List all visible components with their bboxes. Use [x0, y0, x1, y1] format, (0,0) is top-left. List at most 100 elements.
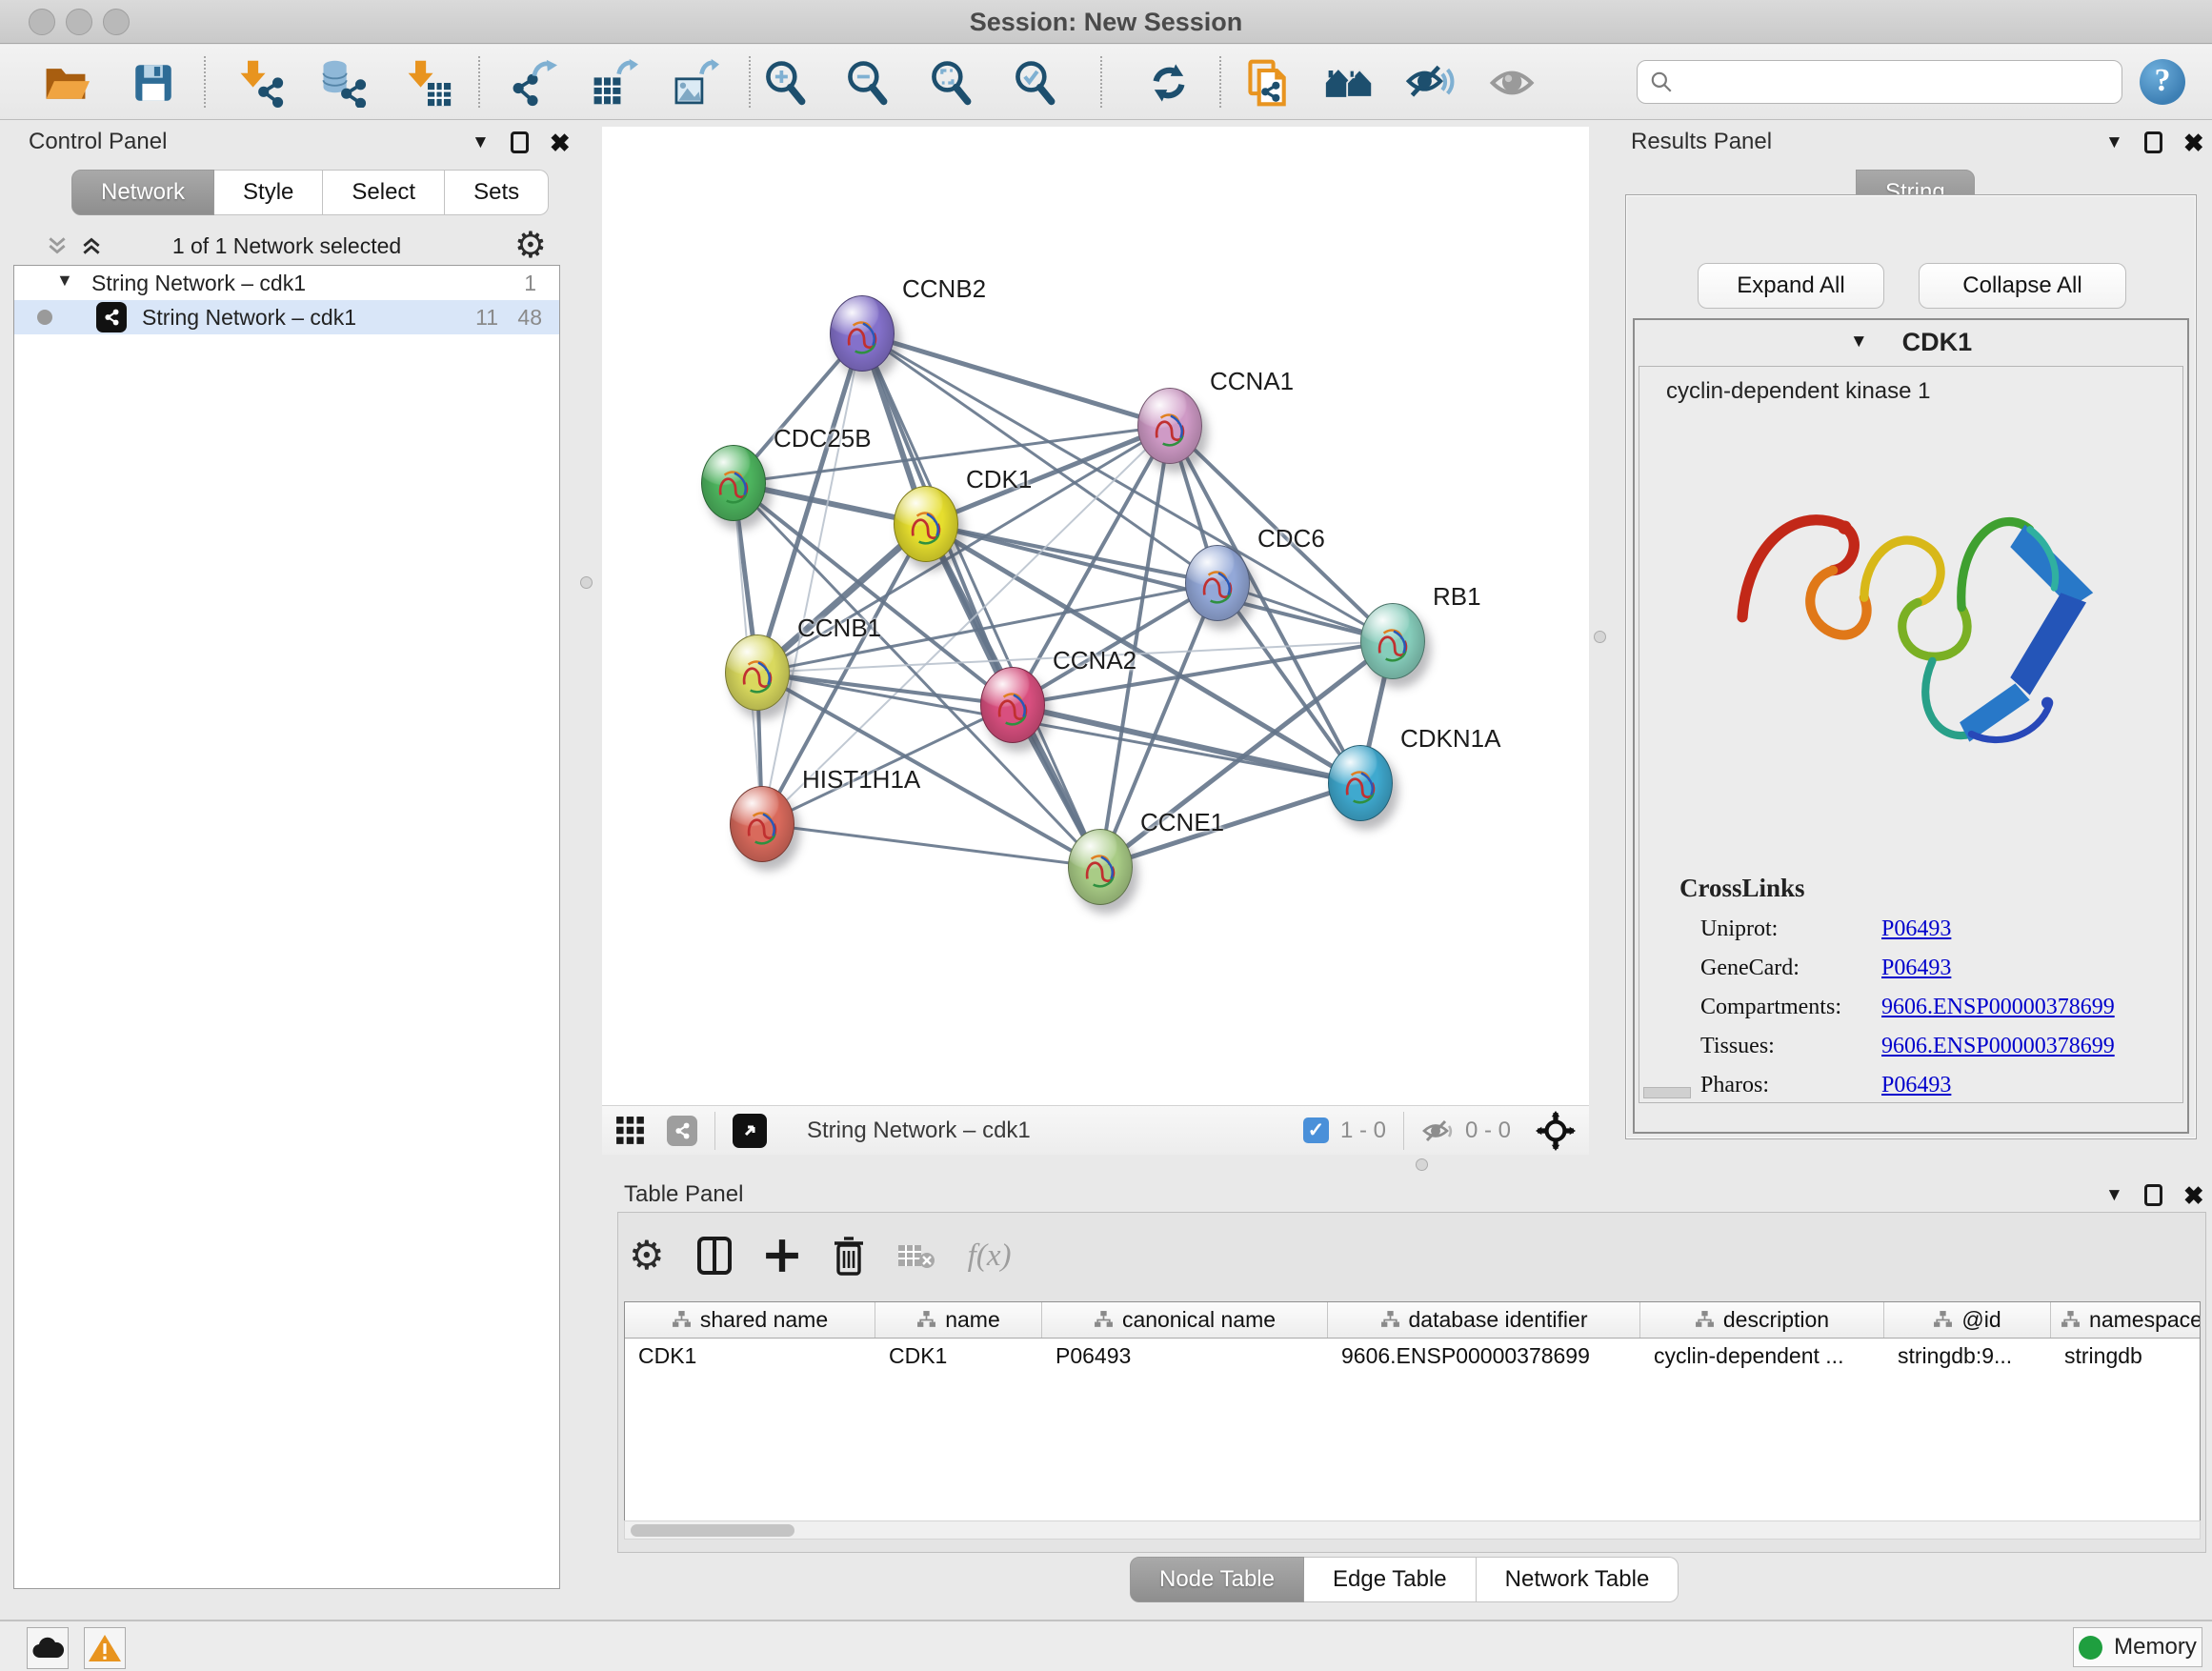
close-panel-icon[interactable]: ✖ [2183, 132, 2204, 153]
network-edges[interactable] [602, 127, 1589, 1105]
import-table-icon[interactable] [400, 55, 455, 111]
refresh-icon[interactable] [1141, 55, 1196, 111]
zoom-fit-icon[interactable] [924, 55, 979, 111]
section-expander-icon[interactable]: ▼ [1850, 332, 1868, 352]
crosslink-link[interactable]: 9606.ENSP00000378699 [1881, 995, 2115, 1020]
column-header-canonical-name[interactable]: canonical name [1042, 1302, 1328, 1338]
show-columns-icon[interactable] [697, 1237, 732, 1275]
float-panel-icon[interactable]: ▼ [2105, 1186, 2123, 1205]
network-canvas[interactable]: CCNB2 CCNA1 CDC25B CDK1 CDC6 RB1 CCNB1 [602, 127, 1589, 1105]
gear-icon[interactable]: ⚙ [629, 1237, 665, 1275]
table-cell[interactable]: 9606.ENSP00000378699 [1328, 1339, 1640, 1374]
zoom-in-icon[interactable] [758, 55, 814, 111]
tab-edge-table[interactable]: Edge Table [1304, 1557, 1477, 1602]
import-network-database-icon[interactable] [314, 55, 370, 111]
table-cell[interactable]: stringdb:9... [1884, 1339, 2051, 1374]
column-header-namespace[interactable]: namespace [2051, 1302, 2201, 1338]
mini-scrollbar[interactable] [1643, 1087, 1691, 1098]
warnings-button[interactable] [84, 1627, 126, 1669]
network-collection-row[interactable]: ▼ String Network – cdk1 1 [14, 266, 559, 300]
crosshair-icon[interactable] [1536, 1111, 1576, 1151]
table-row[interactable]: CDK1CDK1P064939606.ENSP00000378699cyclin… [625, 1339, 2200, 1374]
network-node-ccnb1[interactable] [725, 634, 790, 711]
table-cell[interactable]: CDK1 [875, 1339, 1042, 1374]
save-session-icon[interactable] [126, 55, 181, 111]
hide-graphics-icon[interactable] [1402, 55, 1458, 111]
left-splitter-handle[interactable] [580, 576, 593, 589]
table-header-row: shared name name canonical name database… [625, 1302, 2200, 1339]
table-cell[interactable]: P06493 [1042, 1339, 1328, 1374]
import-network-file-icon[interactable] [232, 55, 288, 111]
crosslink-label: GeneCard: [1700, 956, 1881, 981]
maximize-panel-icon[interactable] [2144, 131, 2162, 153]
maximize-panel-icon[interactable] [511, 131, 529, 153]
open-session-icon[interactable] [38, 55, 93, 111]
selected-checkbox-icon[interactable]: ✓ [1303, 1117, 1329, 1143]
tab-sets[interactable]: Sets [445, 170, 549, 215]
main-toolbar: ? [0, 45, 2212, 120]
tab-network[interactable]: Network [71, 170, 214, 215]
right-splitter-handle[interactable] [1594, 631, 1606, 643]
birds-eye-view-icon[interactable] [733, 1114, 767, 1148]
network-node-ccnb2[interactable] [830, 295, 895, 372]
table-horizontal-scrollbar[interactable] [624, 1520, 2201, 1540]
zoom-out-icon[interactable] [840, 55, 895, 111]
memory-button[interactable]: Memory [2073, 1627, 2202, 1667]
documents-share-icon[interactable] [1240, 55, 1296, 111]
collapse-all-button[interactable]: Collapse All [1919, 263, 2126, 309]
houses-icon[interactable] [1321, 55, 1377, 111]
column-header-@id[interactable]: @id [1884, 1302, 2051, 1338]
help-icon[interactable]: ? [2140, 59, 2185, 105]
grid-view-icon[interactable] [615, 1116, 646, 1146]
column-header-description[interactable]: description [1640, 1302, 1884, 1338]
table-cell[interactable]: CDK1 [625, 1339, 875, 1374]
crosslinks-list: Uniprot:P06493GeneCard:P06493Compartment… [1639, 916, 2182, 1098]
show-graphics-icon[interactable] [1486, 55, 1541, 111]
network-node-ccna1[interactable] [1137, 388, 1202, 464]
table-cell[interactable]: cyclin-dependent ... [1640, 1339, 1884, 1374]
tab-node-table[interactable]: Node Table [1130, 1557, 1304, 1602]
cloud-button[interactable] [27, 1627, 69, 1669]
close-panel-icon[interactable]: ✖ [550, 132, 571, 153]
scrollbar-thumb[interactable] [631, 1524, 794, 1537]
network-node-rb1[interactable] [1360, 603, 1425, 679]
tree-expander-icon[interactable]: ▼ [56, 271, 73, 291]
close-panel-icon[interactable]: ✖ [2183, 1185, 2204, 1206]
export-table-icon[interactable] [586, 55, 641, 111]
add-column-icon[interactable] [764, 1238, 800, 1274]
export-image-icon[interactable] [667, 55, 722, 111]
network-node-cdk1[interactable] [894, 486, 958, 562]
delete-column-icon[interactable] [833, 1236, 865, 1276]
bottom-splitter-handle[interactable] [1416, 1158, 1428, 1171]
network-row-selected[interactable]: String Network – cdk1 11 48 [14, 300, 559, 334]
protein-section-header[interactable]: ▼ CDK1 [1635, 320, 2187, 364]
network-node-cdc25b[interactable] [701, 445, 766, 521]
maximize-panel-icon[interactable] [2144, 1184, 2162, 1206]
zoom-selected-icon[interactable] [1008, 55, 1063, 111]
network-node-cdkn1a[interactable] [1328, 745, 1393, 821]
crosslink-link[interactable]: P06493 [1881, 916, 1951, 942]
gear-icon[interactable]: ⚙ [514, 230, 547, 262]
tab-style[interactable]: Style [214, 170, 323, 215]
crosslink-link[interactable]: P06493 [1881, 1073, 1951, 1098]
network-node-hist1h1a[interactable] [730, 786, 794, 862]
column-header-database-identifier[interactable]: database identifier [1328, 1302, 1640, 1338]
search-input[interactable] [1637, 60, 2122, 104]
crosslink-link[interactable]: P06493 [1881, 956, 1951, 981]
table-cell[interactable]: stringdb [2051, 1339, 2201, 1374]
tab-network-table[interactable]: Network Table [1477, 1557, 1679, 1602]
export-network-icon[interactable] [505, 55, 560, 111]
float-panel-icon[interactable]: ▼ [472, 133, 490, 152]
expand-all-button[interactable]: Expand All [1698, 263, 1884, 309]
node-label-ccna2: CCNA2 [1053, 646, 1136, 675]
float-panel-icon[interactable]: ▼ [2105, 133, 2123, 152]
column-header-shared-name[interactable]: shared name [625, 1302, 875, 1338]
node-table[interactable]: shared name name canonical name database… [624, 1301, 2201, 1540]
tab-select[interactable]: Select [323, 170, 445, 215]
column-header-name[interactable]: name [875, 1302, 1042, 1338]
network-node-cdc6[interactable] [1185, 545, 1250, 621]
network-node-ccna2[interactable] [980, 667, 1045, 743]
network-node-ccne1[interactable] [1068, 829, 1133, 905]
crosslink-link[interactable]: 9606.ENSP00000378699 [1881, 1034, 2115, 1059]
network-view-share-icon[interactable] [667, 1116, 697, 1146]
